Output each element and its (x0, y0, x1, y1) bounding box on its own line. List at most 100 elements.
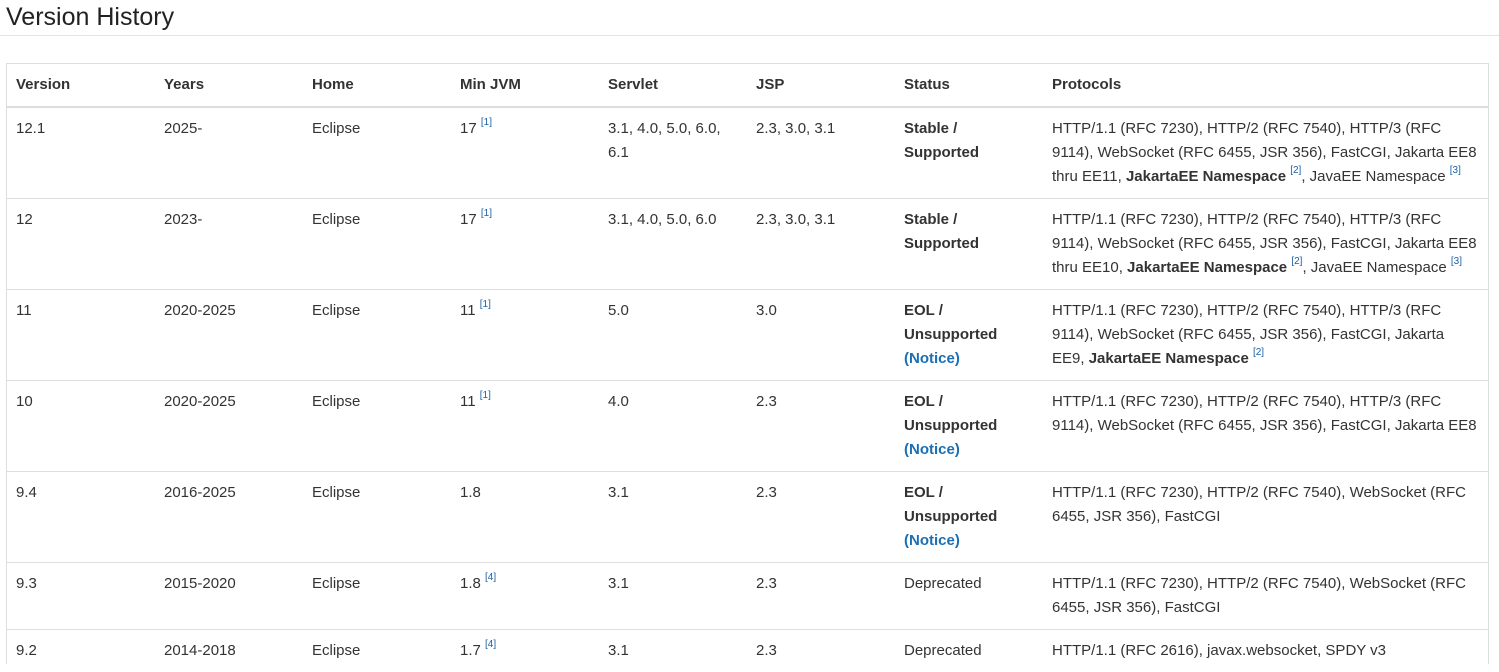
protocols-cell: HTTP/1.1 (RFC 7230), HTTP/2 (RFC 7540), … (1043, 107, 1488, 199)
status-cell: Deprecated (895, 630, 1043, 672)
years-cell-text: 2015-2020 (164, 575, 236, 592)
min-jvm-cell: 17 [1] (451, 199, 599, 290)
version-cell: 11 (7, 290, 155, 381)
home-cell-text: Eclipse (312, 120, 360, 137)
protocols-cell: HTTP/1.1 (RFC 7230), HTTP/2 (RFC 7540), … (1043, 381, 1488, 472)
servlet-cell: 4.0 (599, 381, 747, 472)
min-jvm-cell-text: 17 (460, 211, 477, 228)
years-cell-text: 2020-2025 (164, 302, 236, 319)
header-servlet: Servlet (599, 64, 747, 107)
namespace-label: JakartaEE Namespace (1127, 259, 1287, 276)
jsp-cell: 2.3 (747, 472, 895, 563)
home-cell-text: Eclipse (312, 302, 360, 319)
min-jvm-cell: 1.8 [4] (451, 563, 599, 630)
footnote-ref-link[interactable]: [2] (1291, 256, 1302, 267)
version-history-table-container: Version Years Home Min JVM Servlet JSP S… (6, 63, 1489, 664)
status-label: Stable / Supported (904, 211, 979, 252)
min-jvm-cell: 11 [1] (451, 381, 599, 472)
min-jvm-cell: 17 [1] (451, 107, 599, 199)
protocols-cell: HTTP/1.1 (RFC 7230), HTTP/2 (RFC 7540), … (1043, 563, 1488, 630)
status-cell: Stable / Supported (895, 199, 1043, 290)
notice-link[interactable]: (Notice) (904, 441, 960, 458)
jsp-cell-text: 2.3, 3.0, 3.1 (756, 120, 835, 137)
notice-link[interactable]: (Notice) (904, 532, 960, 549)
servlet-cell-text: 4.0 (608, 393, 629, 410)
header-min-jvm: Min JVM (451, 64, 599, 107)
jsp-cell: 2.3 (747, 630, 895, 672)
header-years: Years (155, 64, 303, 107)
servlet-cell-text: 3.1, 4.0, 5.0, 6.0, 6.1 (608, 120, 721, 161)
home-cell: Eclipse (303, 107, 451, 199)
status-label: EOL / Unsupported (904, 484, 997, 525)
footnote-ref-link[interactable]: [2] (1253, 347, 1264, 358)
status-label: Stable / Supported (904, 120, 979, 161)
table-row: 112020-2025Eclipse11 [1]5.03.0EOL / Unsu… (7, 290, 1488, 381)
footnote-ref-link[interactable]: [1] (481, 117, 492, 128)
jsp-cell-text: 2.3 (756, 393, 777, 410)
jsp-cell: 2.3 (747, 563, 895, 630)
servlet-cell-text: 3.1 (608, 484, 629, 501)
home-cell: Eclipse (303, 381, 451, 472)
footnote-ref-link[interactable]: [1] (480, 390, 491, 401)
table-row: 122023-Eclipse17 [1]3.1, 4.0, 5.0, 6.02.… (7, 199, 1488, 290)
header-jsp: JSP (747, 64, 895, 107)
version-cell: 12 (7, 199, 155, 290)
min-jvm-cell-text: 1.8 (460, 575, 481, 592)
years-cell-text: 2025- (164, 120, 202, 137)
version-cell-text: 9.3 (16, 575, 37, 592)
home-cell: Eclipse (303, 563, 451, 630)
years-cell: 2020-2025 (155, 290, 303, 381)
protocols-cell: HTTP/1.1 (RFC 7230), HTTP/2 (RFC 7540), … (1043, 290, 1488, 381)
version-cell: 9.3 (7, 563, 155, 630)
home-cell-text: Eclipse (312, 211, 360, 228)
footnote-ref-link[interactable]: [4] (485, 572, 496, 583)
servlet-cell: 3.1 (599, 630, 747, 672)
servlet-cell: 5.0 (599, 290, 747, 381)
footnote-ref-link[interactable]: [1] (481, 208, 492, 219)
page-title: Version History (6, 2, 174, 32)
title-divider (0, 35, 1499, 36)
protocols-text: HTTP/1.1 (RFC 7230), HTTP/2 (RFC 7540), … (1052, 484, 1466, 525)
protocols-text: HTTP/1.1 (RFC 7230), HTTP/2 (RFC 7540), … (1052, 575, 1466, 616)
table-header: Version Years Home Min JVM Servlet JSP S… (7, 64, 1488, 107)
version-cell: 9.2 (7, 630, 155, 672)
servlet-cell-text: 3.1 (608, 642, 629, 659)
servlet-cell: 3.1 (599, 563, 747, 630)
status-cell: EOL / Unsupported (Notice) (895, 290, 1043, 381)
min-jvm-cell: 1.7 [4] (451, 630, 599, 672)
protocols-text: HTTP/1.1 (RFC 2616), javax.websocket, SP… (1052, 642, 1386, 659)
version-cell-text: 11 (16, 302, 32, 319)
footnote-ref-link[interactable]: [4] (485, 639, 496, 650)
protocols-cell: HTTP/1.1 (RFC 7230), HTTP/2 (RFC 7540), … (1043, 472, 1488, 563)
version-cell-text: 10 (16, 393, 33, 410)
table-row: 9.22014-2018Eclipse1.7 [4]3.12.3Deprecat… (7, 630, 1488, 672)
footnote-ref-link[interactable]: [1] (480, 299, 491, 310)
servlet-cell-text: 3.1 (608, 575, 629, 592)
status-label: Deprecated (904, 575, 982, 592)
min-jvm-cell-text: 1.7 (460, 642, 481, 659)
servlet-cell-text: 5.0 (608, 302, 629, 319)
jsp-cell-text: 2.3 (756, 575, 777, 592)
table-row: 9.32015-2020Eclipse1.8 [4]3.12.3Deprecat… (7, 563, 1488, 630)
protocols-tail-text: , JavaEE Namespace (1301, 168, 1449, 185)
status-label: EOL / Unsupported (904, 302, 997, 343)
footnote-ref-link[interactable]: [3] (1450, 165, 1461, 176)
min-jvm-cell-text: 17 (460, 120, 477, 137)
table-row: 9.42016-2025Eclipse1.83.12.3EOL / Unsupp… (7, 472, 1488, 563)
table-body: 12.12025-Eclipse17 [1]3.1, 4.0, 5.0, 6.0… (7, 107, 1488, 672)
home-cell: Eclipse (303, 199, 451, 290)
min-jvm-cell-text: 11 (460, 393, 476, 410)
home-cell: Eclipse (303, 630, 451, 672)
years-cell: 2015-2020 (155, 563, 303, 630)
notice-link[interactable]: (Notice) (904, 350, 960, 367)
version-cell-text: 9.2 (16, 642, 37, 659)
servlet-cell: 3.1, 4.0, 5.0, 6.0, 6.1 (599, 107, 747, 199)
namespace-label: JakartaEE Namespace (1089, 350, 1249, 367)
years-cell-text: 2023- (164, 211, 202, 228)
min-jvm-cell: 11 [1] (451, 290, 599, 381)
footnote-ref-link[interactable]: [2] (1290, 165, 1301, 176)
jsp-cell: 2.3, 3.0, 3.1 (747, 199, 895, 290)
protocols-tail-text: , JavaEE Namespace (1302, 259, 1450, 276)
footnote-ref-link[interactable]: [3] (1451, 256, 1462, 267)
home-cell-text: Eclipse (312, 393, 360, 410)
